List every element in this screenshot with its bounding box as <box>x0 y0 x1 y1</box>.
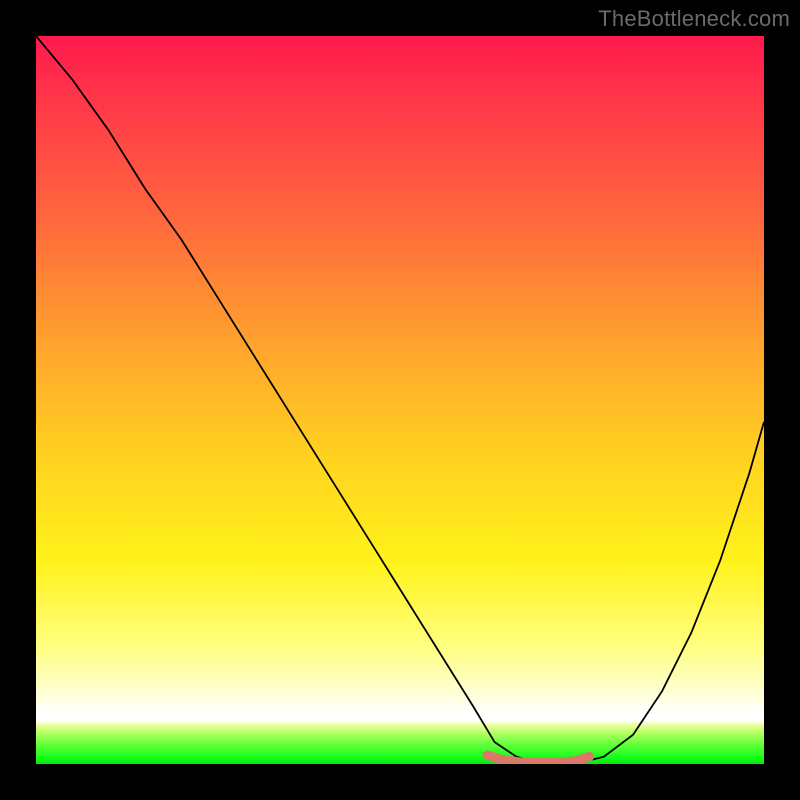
chart-plot-area <box>36 36 764 764</box>
chart-frame: TheBottleneck.com <box>0 0 800 800</box>
chart-svg <box>36 36 764 764</box>
min-plateau-marker <box>487 755 589 762</box>
watermark-text: TheBottleneck.com <box>598 6 790 32</box>
bottleneck-curve <box>36 36 764 764</box>
